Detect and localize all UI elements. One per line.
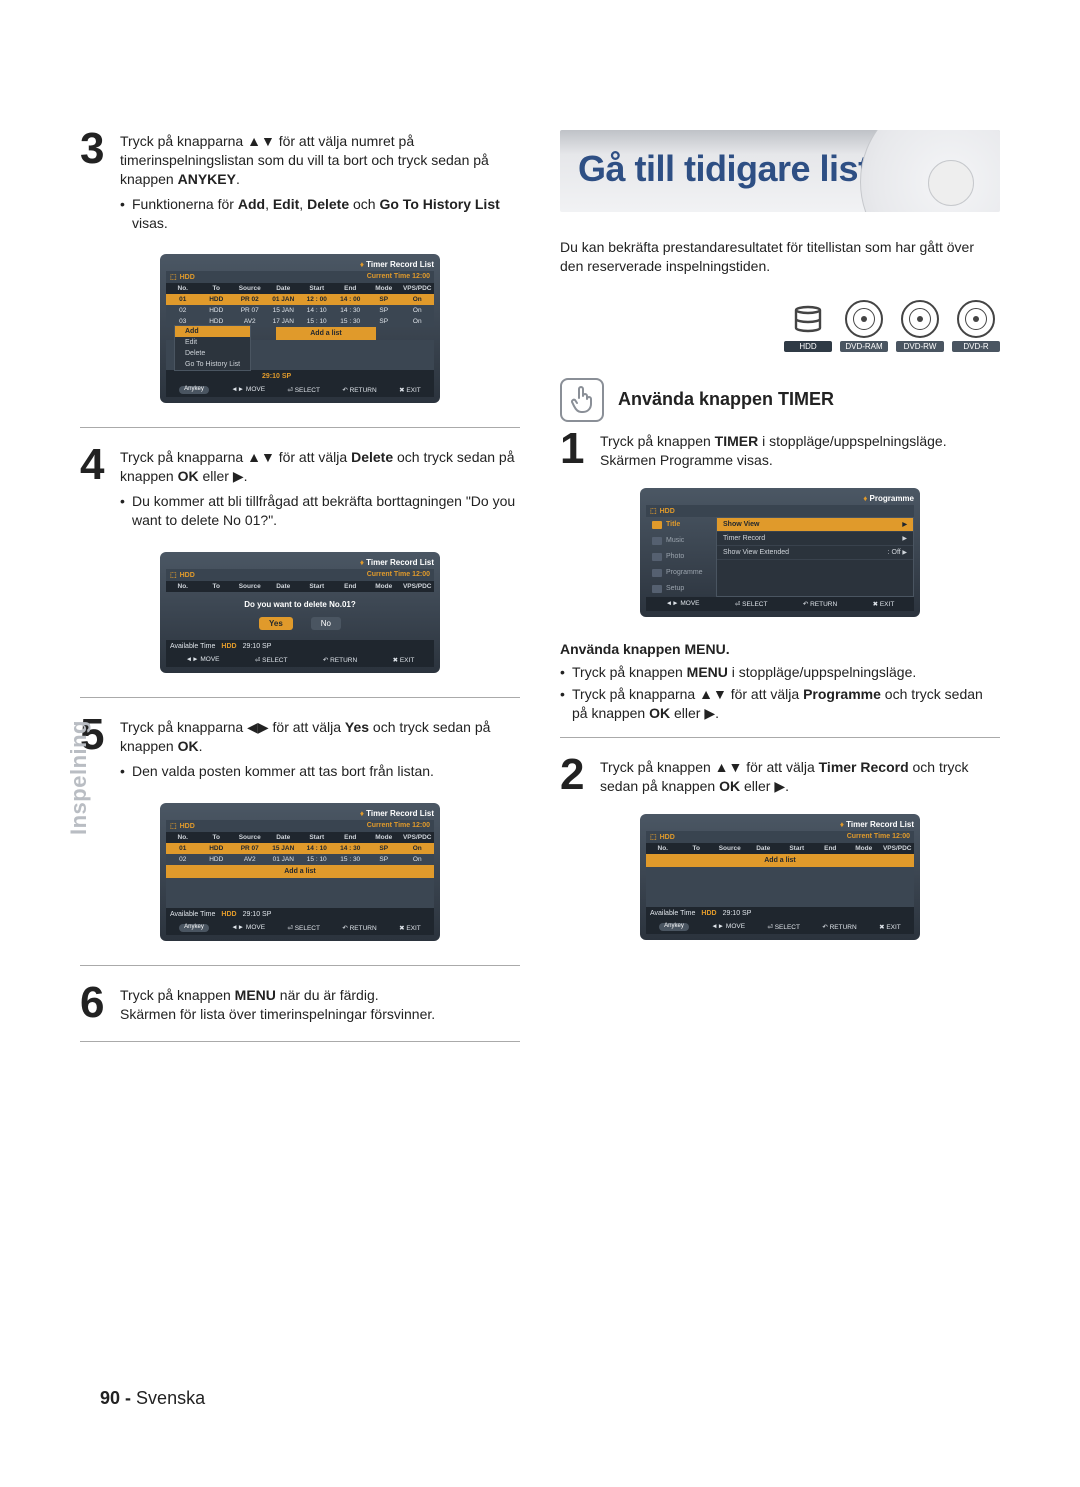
hdd-icon: HDD [784,300,832,352]
add-a-list: Add a list [276,327,376,340]
step3-text: Tryck på knapparna ▲▼ för att välja numr… [120,133,489,187]
osd-timer-list-empty: Timer Record List ⬚HDDCurrent Time 12:00… [640,814,920,940]
table-row: 01HDDPR 0715 JAN14 : 1014 : 30SPOn [166,843,434,854]
step-5: 5 Tryck på knapparna ◀▶ för att välja Ye… [80,716,520,785]
dvd-r-icon: DVD-R [952,300,1000,352]
anykey-label: ANYKEY [178,171,236,187]
table-row: 02HDDAV201 JAN15 : 1015 : 30SPOn [166,854,434,865]
sidebar-programme[interactable]: Programme [646,565,716,581]
separator [80,965,520,966]
step3-bullet: Funktionerna för Add, Edit, Delete och G… [120,195,520,233]
osd-programme: Programme ⬚HDD Title Music Photo Program… [640,488,920,617]
add-a-list: Add a list [166,865,434,878]
right-step-1: 1 Tryck på knappen TIMER i stoppläge/upp… [560,430,1000,470]
sidebar-setup[interactable]: Setup [646,581,716,597]
confirm-text: Do you want to delete No.01? [166,592,434,613]
touch-icon [560,378,604,422]
step-3: 3 Tryck på knapparna ▲▼ för att välja nu… [80,130,520,236]
sidebar-photo[interactable]: Photo [646,549,716,565]
menu-subtitle: Använda knappen MENU. [560,641,1000,657]
separator [560,737,1000,738]
osd-title: Timer Record List [166,260,434,269]
step-4: 4 Tryck på knapparna ▲▼ för att välja De… [80,446,520,534]
anykey-hint: Anykey [179,386,209,394]
programme-pane: Show View Timer Record Show View Extende… [716,517,914,597]
menu-delete[interactable]: Delete [175,348,250,359]
page-lang: Svenska [136,1388,205,1408]
osd-device: ⬚HDD [170,273,195,281]
disc-graphic [860,130,1000,212]
yes-button[interactable]: Yes [259,617,293,630]
context-menu: Add Edit Delete Go To History List [174,325,251,371]
menu-add[interactable]: Add [175,326,250,337]
programme-sidebar: Title Music Photo Programme Setup [646,517,716,597]
table-row: 02HDDPR 0715 JAN14 : 1014 : 30SPOn [166,305,434,316]
left-column: 3 Tryck på knapparna ▲▼ för att välja nu… [80,130,520,1060]
menu-bullet-2: Tryck på knapparna ▲▼ för att välja Prog… [560,685,1000,723]
return-hint: ↶ RETURN [342,386,376,394]
pane-timer-record[interactable]: Timer Record [717,532,913,546]
sidebar-music[interactable]: Music [646,533,716,549]
menu-bullet-1: Tryck på knappen MENU i stoppläge/uppspe… [560,663,1000,682]
osd-table: No.ToSourceDateStartEndModeVPS/PDC 01HDD… [166,283,434,327]
table-row: 01HDDPR 0201 JAN12 : 0014 : 00SPOn [166,294,434,305]
hdd-svg [790,301,826,337]
section-side-label: Inspelning [66,720,92,835]
section-subtitle: Använda knappen TIMER [618,389,834,410]
menu-edit[interactable]: Edit [175,337,250,348]
available-time: Available TimeHDD29:10 SP [166,640,434,653]
section-banner: Gå till tidigare lista [560,130,1000,212]
step4-bullet: Du kommer att bli tillfrågad att bekräft… [120,492,520,530]
move-hint: ◄► MOVE [231,386,265,394]
pane-showview[interactable]: Show View [717,518,913,532]
osd-timer-list-after-delete: Timer Record List ⬚HDDCurrent Time 12:00… [160,803,440,941]
menu-history[interactable]: Go To History List [175,359,250,370]
no-button[interactable]: No [311,617,341,630]
step-6: 6 Tryck på knappen MENU när du är färdig… [80,984,520,1024]
sidebar-title[interactable]: Title [646,517,716,533]
step-number: 3 [80,130,112,236]
osd-current-time: Current Time 12:00 [367,273,430,281]
dvd-rw-icon: DVD-RW [896,300,944,352]
step5-bullet: Den valda posten kommer att tas bort frå… [120,762,520,781]
osd-hints: Anykey ◄► MOVE ⏎ SELECT ↶ RETURN ✖ EXIT [166,383,434,397]
right-step-2: 2 Tryck på knappen ▲▼ för att välja Time… [560,756,1000,796]
separator [80,697,520,698]
separator [80,427,520,428]
right-column: Gå till tidigare lista Du kan bekräfta p… [560,130,1000,1060]
separator [80,1041,520,1042]
pane-showview-ext[interactable]: Show View Extended: Off [717,546,913,560]
page-footer: 90 - Svenska [100,1388,205,1409]
osd-delete-confirm: Timer Record List ⬚HDDCurrent Time 12:00… [160,552,440,673]
dvd-ram-icon: DVD-RAM [840,300,888,352]
supported-media-icons: HDD DVD-RAM DVD-RW DVD-R [560,300,1000,352]
exit-hint: ✖ EXIT [399,386,421,394]
page-number: 90 - [100,1388,131,1408]
osd-timer-list-with-menu: Timer Record List ⬚HDD Current Time 12:00… [160,254,440,403]
select-hint: ⏎ SELECT [287,386,320,394]
add-a-list: Add a list [646,854,914,867]
intro-text: Du kan bekräfta prestandaresultatet för … [560,238,1000,276]
step-number: 4 [80,446,112,534]
